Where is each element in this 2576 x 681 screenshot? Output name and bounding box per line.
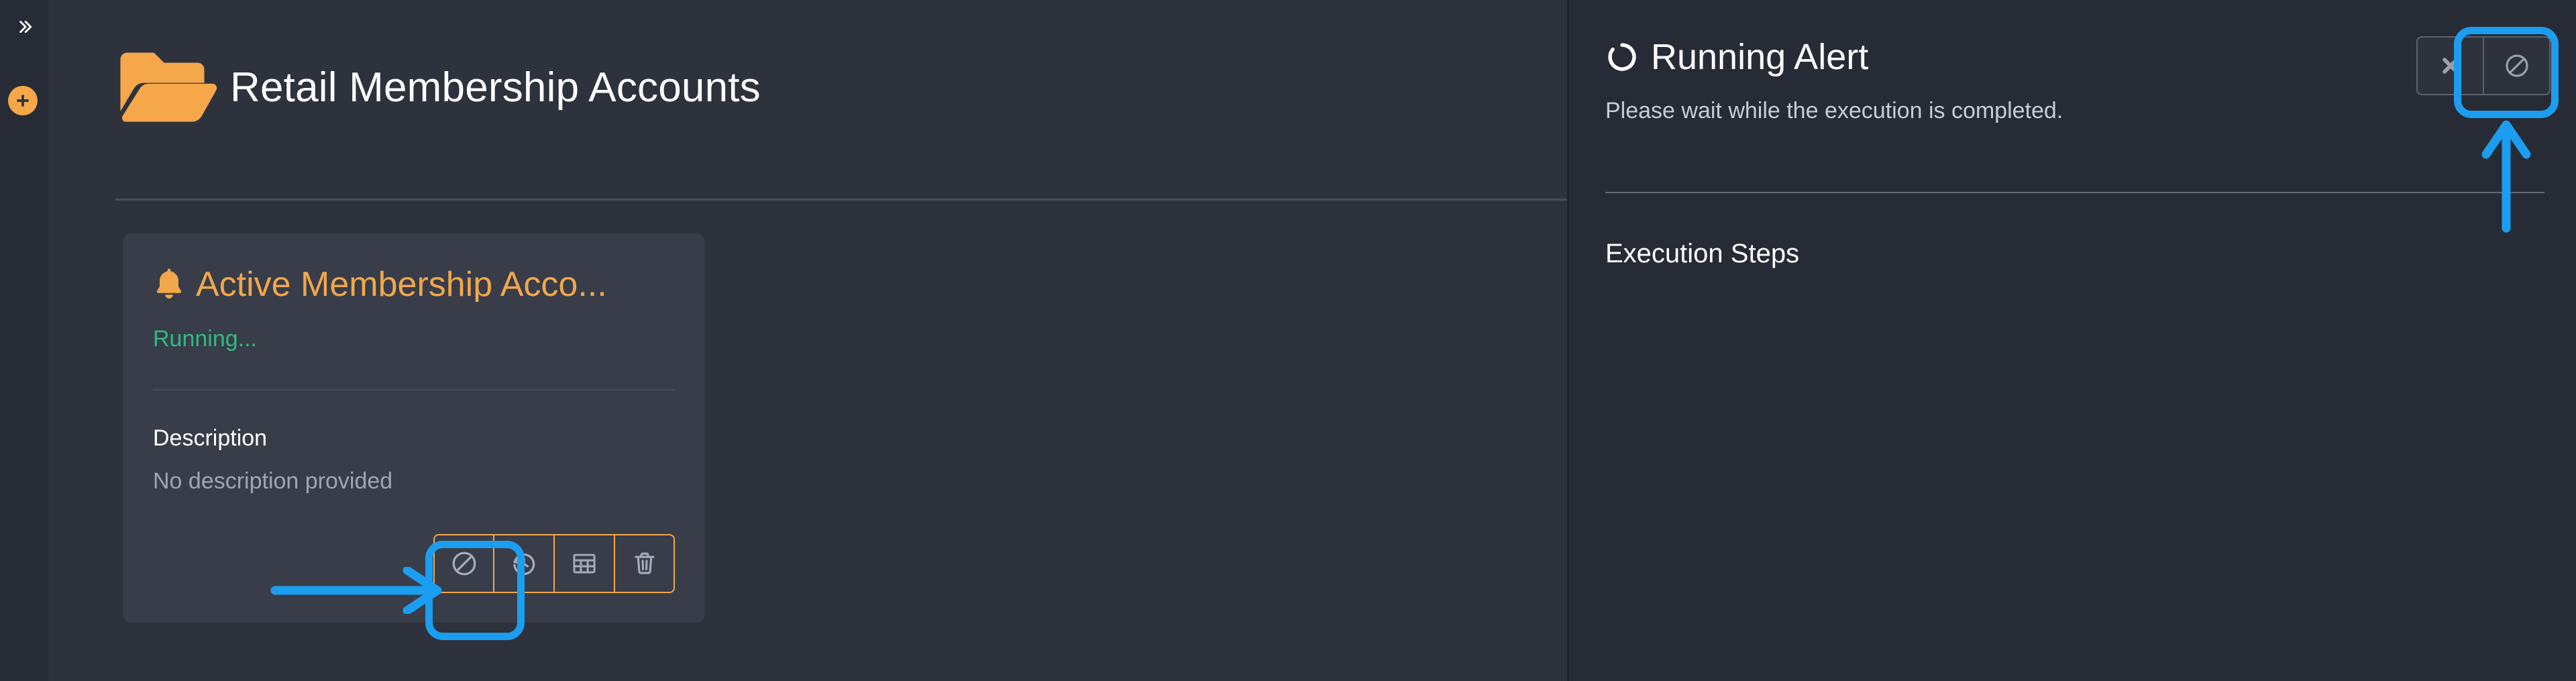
alert-card-actions	[433, 534, 675, 593]
plus-circle-icon	[14, 92, 32, 109]
app-root: Retail Membership Accounts Active Member…	[0, 0, 2576, 681]
bell-icon	[153, 267, 185, 302]
cancel-execution-button[interactable]	[433, 534, 494, 593]
running-alert-toolbar	[2416, 36, 2551, 95]
running-alert-subtitle: Please wait while the execution is compl…	[1605, 98, 2063, 123]
sidebar-expand-button[interactable]	[12, 15, 36, 39]
results-table-button[interactable]	[554, 534, 614, 593]
alert-card-title: Active Membership Acco...	[196, 267, 607, 302]
running-alert-title: Running Alert	[1651, 37, 1869, 77]
chevron-double-right-icon	[15, 18, 33, 36]
running-alert-panel: Running Alert Please wait while the exec…	[1567, 0, 2576, 681]
spinner-icon	[1605, 40, 1639, 74]
description-value: No description provided	[153, 468, 393, 494]
ban-icon	[450, 549, 478, 578]
trash-icon	[631, 549, 659, 578]
alert-card-header: Active Membership Acco...	[153, 267, 675, 302]
history-button[interactable]	[494, 534, 554, 593]
add-new-button[interactable]	[8, 86, 38, 115]
running-alert-divider	[1605, 192, 2544, 193]
open-folder-icon	[115, 48, 219, 128]
left-rail	[0, 0, 48, 681]
close-x-icon	[2437, 52, 2464, 79]
ban-icon	[2504, 52, 2530, 79]
page-title: Retail Membership Accounts	[230, 64, 761, 111]
alert-card[interactable]: Active Membership Acco... Running... Des…	[123, 233, 704, 623]
description-label: Description	[153, 425, 268, 451]
close-button[interactable]	[2416, 36, 2483, 95]
main-content-panel: Retail Membership Accounts Active Member…	[48, 0, 1567, 681]
cancel-execution-button[interactable]	[2483, 36, 2551, 95]
table-grid-icon	[570, 549, 598, 578]
delete-button[interactable]	[614, 534, 675, 593]
execution-steps-heading: Execution Steps	[1605, 239, 1800, 268]
arrow-up-highlight	[2474, 119, 2538, 233]
alert-status-text: Running...	[153, 326, 257, 352]
history-restore-icon	[510, 549, 538, 578]
alert-card-divider	[153, 389, 675, 390]
header-divider	[115, 199, 1567, 201]
page-header: Retail Membership Accounts	[48, 0, 1567, 127]
